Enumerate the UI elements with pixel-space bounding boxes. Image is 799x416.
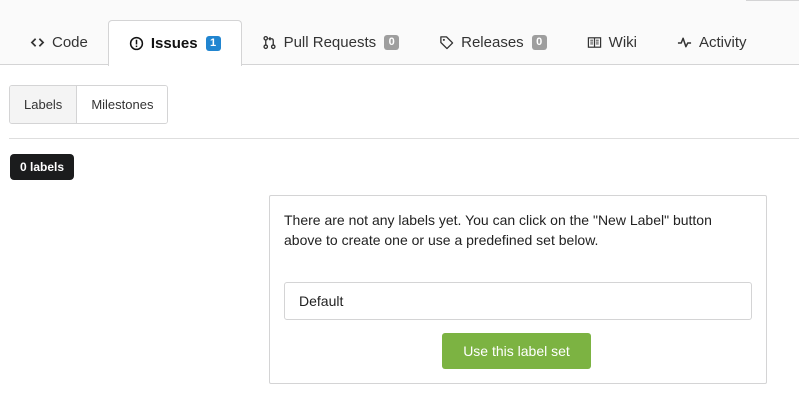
- repo-tabs: Code Issues 1 Pull Requests 0 Releases 0…: [10, 20, 767, 66]
- tab-code-label: Code: [52, 34, 88, 51]
- milestones-tab[interactable]: Milestones: [76, 86, 168, 123]
- tab-wiki-label: Wiki: [608, 34, 637, 51]
- tab-wiki[interactable]: Wiki: [567, 20, 657, 65]
- releases-count-badge: 0: [531, 35, 547, 50]
- pull-requests-count-badge: 0: [384, 35, 400, 50]
- tab-issues[interactable]: Issues 1: [107, 20, 242, 66]
- tab-activity-label: Activity: [699, 34, 747, 51]
- repo-header: Code Issues 1 Pull Requests 0 Releases 0…: [0, 0, 799, 66]
- tab-pull-requests[interactable]: Pull Requests 0: [242, 20, 420, 65]
- tab-pull-requests-label: Pull Requests: [283, 34, 377, 51]
- code-icon: [30, 38, 45, 47]
- labels-milestones-switch: Labels Milestones: [9, 85, 169, 124]
- empty-labels-message: There are not any labels yet. You can cl…: [284, 212, 712, 248]
- tab-code[interactable]: Code: [10, 20, 108, 65]
- tab-releases[interactable]: Releases 0: [419, 20, 567, 65]
- pull-request-icon: [262, 35, 276, 50]
- tab-releases-label: Releases: [461, 34, 524, 51]
- label-set-selected-value: Default: [299, 293, 344, 309]
- tab-issues-label: Issues: [150, 35, 198, 52]
- tag-icon: [440, 36, 454, 50]
- use-label-set-button[interactable]: Use this label set: [442, 333, 591, 369]
- issues-count-badge: 1: [205, 36, 221, 51]
- pulse-icon: [677, 37, 692, 48]
- section-divider: [9, 138, 799, 139]
- header-accent-line: [746, 0, 799, 1]
- labels-count-label: 0 labels: [10, 154, 75, 180]
- empty-labels-panel: There are not any labels yet. You can cl…: [269, 195, 767, 384]
- tab-activity[interactable]: Activity: [657, 20, 767, 65]
- issue-icon: [129, 36, 144, 51]
- labels-tab[interactable]: Labels: [10, 86, 77, 123]
- label-set-dropdown[interactable]: Default: [284, 282, 752, 320]
- book-icon: [587, 37, 601, 48]
